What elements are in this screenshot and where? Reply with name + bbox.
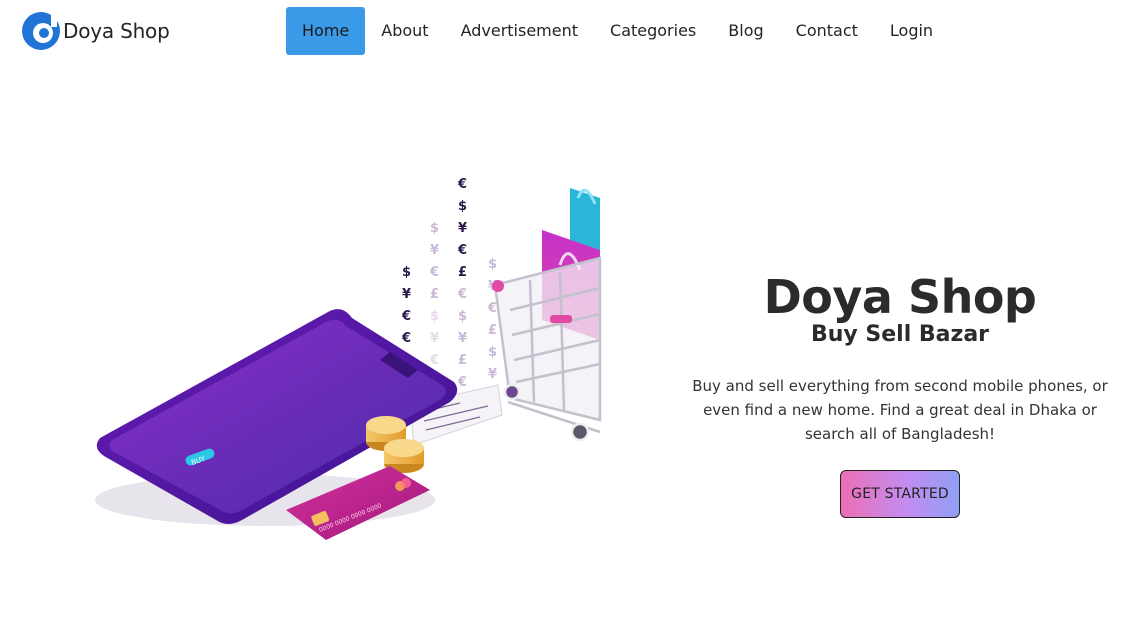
nav-advertisement[interactable]: Advertisement <box>445 7 594 55</box>
svg-text:£: £ <box>458 265 467 280</box>
svg-text:£: £ <box>458 353 467 368</box>
svg-text:£: £ <box>430 287 439 302</box>
hero-text: Doya Shop Buy Sell Bazar Buy and sell ev… <box>680 268 1120 518</box>
svg-text:¥: ¥ <box>430 243 439 258</box>
svg-text:¥: ¥ <box>458 331 467 346</box>
nav-blog[interactable]: Blog <box>712 7 779 55</box>
svg-text:$: $ <box>488 345 497 360</box>
hero-illustration: €$¥€£ $¥€£ €$¥£€ $¥€£$¥ $¥€€ $¥€ <box>95 177 602 540</box>
svg-text:$: $ <box>430 309 439 324</box>
svg-text:€: € <box>429 353 439 368</box>
svg-text:$: $ <box>458 199 467 214</box>
svg-text:$: $ <box>402 265 411 280</box>
brand-link[interactable]: Doya Shop <box>21 11 170 51</box>
svg-text:¥: ¥ <box>430 331 439 346</box>
svg-text:€: € <box>457 177 467 192</box>
cart-icon <box>492 256 602 442</box>
nav-login[interactable]: Login <box>874 7 949 55</box>
svg-text:$: $ <box>430 221 439 236</box>
nav-about[interactable]: About <box>365 7 444 55</box>
svg-text:$: $ <box>458 309 467 324</box>
get-started-button[interactable]: GET STARTED <box>840 470 960 518</box>
svg-text:£: £ <box>488 323 497 338</box>
svg-text:¥: ¥ <box>458 221 467 236</box>
nav-categories[interactable]: Categories <box>594 7 712 55</box>
svg-text:€: € <box>401 309 411 324</box>
svg-text:€: € <box>401 331 411 346</box>
brand-name: Doya Shop <box>63 19 170 43</box>
main-nav: Home About Advertisement Categories Blog… <box>286 7 949 55</box>
hero-description: Buy and sell everything from second mobi… <box>692 377 1108 443</box>
svg-text:$: $ <box>488 257 497 272</box>
nav-home[interactable]: Home <box>286 7 366 55</box>
hero-subtitle: Buy Sell Bazar <box>810 322 990 347</box>
svg-text:€: € <box>457 243 467 258</box>
nav-contact[interactable]: Contact <box>780 7 874 55</box>
svg-text:€: € <box>487 301 497 316</box>
svg-text:¥: ¥ <box>402 287 411 302</box>
svg-text:€: € <box>429 265 439 280</box>
svg-text:€: € <box>457 375 467 390</box>
doya-logo-icon <box>22 12 60 50</box>
svg-text:¥: ¥ <box>488 367 497 382</box>
hero-title: Doya Shop <box>763 270 1037 324</box>
navbar: Doya Shop Home About Advertisement Categ… <box>0 0 1144 64</box>
svg-text:€: € <box>457 287 467 302</box>
